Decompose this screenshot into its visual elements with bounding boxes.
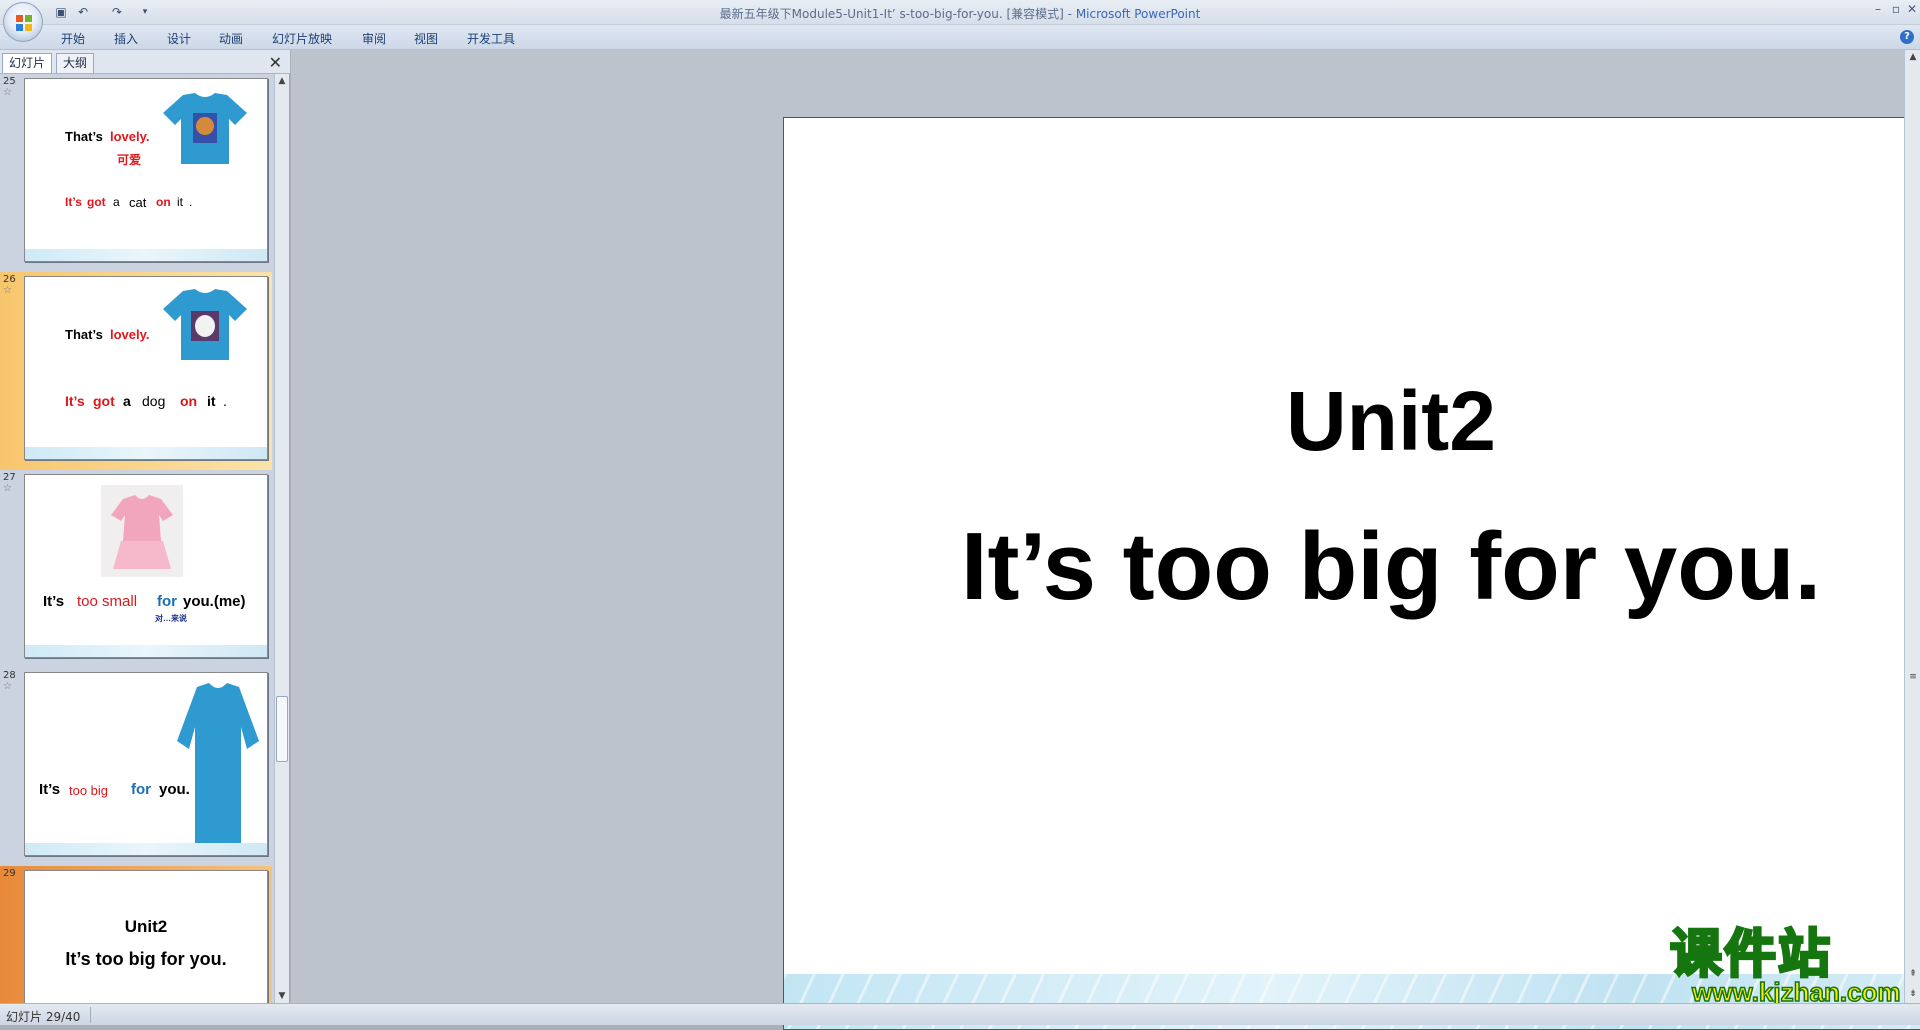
close-pane-icon[interactable]: ✕ (269, 53, 282, 72)
thumbnail-slot-27[interactable]: 27 ☆ It’s too small for you.(me) 对…来说 (0, 470, 272, 668)
thumb-text: you.(me) (183, 593, 246, 610)
slide-wave-decoration (25, 447, 267, 459)
thumb-text: on (180, 393, 198, 409)
office-logo-icon (16, 15, 32, 31)
editor-scrollbar[interactable]: ▲ ≡ ⇞ ⇟ (1904, 50, 1920, 1003)
thumb-text: lovely. (110, 129, 150, 144)
office-button[interactable] (3, 2, 43, 42)
watermark-logo: 课件站 www.kjzhan.com (1668, 924, 1910, 1008)
thumb-text: you. (159, 781, 190, 798)
thumb-text: a (113, 195, 120, 209)
thumb-title: Unit2 (124, 917, 168, 936)
status-bar: 幻灯片 29/40 (0, 1003, 1920, 1025)
slide-thumbnail[interactable]: That’s lovely. 可爱 It’s got a cat on it . (24, 78, 268, 262)
window-title: 最新五年级下Module5-Unit1-It’ s-too-big-for-yo… (719, 7, 1201, 21)
thumb-text: That’s (65, 327, 103, 342)
thumb-text: it (207, 393, 216, 409)
thumb-text: It’s (65, 393, 85, 409)
thumb-text: . (223, 393, 227, 409)
tab-slideshow[interactable]: 幻灯片放映 (272, 30, 332, 47)
slide-number: 27 ☆ (3, 472, 16, 494)
thumb-text: . (189, 195, 193, 209)
transition-star-icon: ☆ (3, 87, 12, 98)
maximize-button[interactable]: ▫ (1888, 2, 1904, 16)
thumb-text: a (123, 393, 131, 409)
slide-number: 25 ☆ (3, 76, 16, 98)
slide-thumbnail[interactable]: It’s too small for you.(me) 对…来说 (24, 474, 268, 658)
transition-star-icon: ☆ (3, 483, 12, 494)
close-button[interactable]: ✕ (1904, 2, 1920, 16)
thumb-text: lovely. (110, 327, 150, 342)
tab-insert[interactable]: 插入 (114, 30, 138, 47)
slide-wave-decoration (25, 249, 267, 261)
slide-wave-decoration (25, 843, 267, 855)
thumb-text: It’s (65, 195, 82, 209)
thumbnail-list: 25 ☆ That’s lovely. 可爱 It’s got a cat on … (0, 74, 272, 1003)
title-bar: ▣ ↶ ↷ ▾ 最新五年级下Module5-Unit1-It’ s-too-bi… (0, 0, 1920, 42)
help-icon[interactable]: ? (1900, 30, 1914, 44)
slide-number: 26 ☆ (3, 274, 16, 296)
slide-number: 29 (3, 868, 16, 879)
tab-developer[interactable]: 开发工具 (467, 30, 515, 47)
slide-subtitle[interactable]: It’s too big for you. (784, 512, 1920, 622)
thumb-text: It’s (39, 781, 61, 798)
tab-review[interactable]: 审阅 (362, 30, 386, 47)
slide-thumbnail[interactable]: Unit2 It’s too big for you. (24, 870, 268, 1003)
thumb-text: on (156, 195, 171, 209)
thumbnail-slot-26[interactable]: 26 ☆ That’s lovely. It’s got a dog on it … (0, 272, 272, 470)
slide-wave-decoration (25, 645, 267, 657)
slide-number: 28 ☆ (3, 670, 16, 692)
slide-counter: 幻灯片 29/40 (6, 1010, 81, 1024)
thumb-text: too big (69, 783, 109, 798)
thumb-text: 对…来说 (155, 614, 187, 623)
slides-pane: 幻灯片 大纲 ✕ 25 ☆ That’s lovely. 可爱 It’s got … (0, 50, 290, 1003)
pane-tabs: 幻灯片 大纲 ✕ (0, 50, 290, 74)
thumb-text: got (93, 393, 115, 409)
current-slide[interactable]: Unit2 It’s too big for you. (783, 117, 1920, 1030)
thumb-text: It’s (43, 593, 65, 610)
thumb-subtitle: It’s too big for you. (65, 949, 227, 969)
tab-slides[interactable]: 幻灯片 (2, 53, 53, 73)
thumb-text: it (177, 195, 183, 209)
scroll-up-icon[interactable]: ▲ (1908, 52, 1918, 62)
scroll-up-icon[interactable]: ▲ (277, 76, 287, 86)
scrollbar-thumb[interactable] (276, 696, 288, 762)
thumb-text: for (131, 781, 151, 798)
slide-thumbnail[interactable]: That’s lovely. It’s got a dog on it . (24, 276, 268, 460)
slide-editor: Unit2 It’s too big for you. (291, 50, 1920, 1030)
tab-outline[interactable]: 大纲 (56, 53, 95, 73)
thumb-text: for (157, 593, 177, 610)
tab-animation[interactable]: 动画 (219, 30, 243, 47)
status-separator (90, 1007, 91, 1023)
tab-design[interactable]: 设计 (167, 30, 191, 47)
watermark-text: 课件站 (1668, 924, 1833, 987)
thumb-text: That’s (65, 129, 103, 144)
long-shirt-image (177, 683, 259, 847)
tab-view[interactable]: 视图 (414, 30, 438, 47)
ribbon-tabs: 开始 插入 设计 动画 幻灯片放映 审阅 视图 开发工具 ? (0, 25, 1920, 50)
tshirt-cat-image (163, 93, 247, 164)
transition-star-icon: ☆ (3, 285, 12, 296)
scroll-down-icon[interactable]: ▼ (277, 991, 287, 1001)
minimize-button[interactable]: – (1870, 2, 1886, 16)
tab-home[interactable]: 开始 (61, 30, 85, 47)
thumb-text: got (87, 195, 106, 209)
pane-scrollbar[interactable]: ▲ ▼ (274, 74, 289, 1003)
slide-thumbnail[interactable]: It’s too big for you. (24, 672, 268, 856)
tshirt-dog-image (163, 289, 247, 360)
scrollbar-thumb[interactable]: ≡ (1908, 672, 1918, 682)
slide-title[interactable]: Unit2 (784, 373, 1920, 470)
thumb-text: too small (77, 593, 138, 610)
thumb-text: cat (129, 195, 147, 210)
pink-outfit-image (101, 485, 183, 577)
transition-star-icon: ☆ (3, 681, 12, 692)
thumbnail-slot-28[interactable]: 28 ☆ It’s too big for you. (0, 668, 272, 866)
thumb-text: 可爱 (117, 153, 142, 167)
thumb-text: dog (142, 393, 166, 409)
thumbnail-slot-29[interactable]: 29 Unit2 It’s too big for you. (0, 866, 272, 1003)
thumbnail-slot-25[interactable]: 25 ☆ That’s lovely. 可爱 It’s got a cat on … (0, 74, 272, 272)
